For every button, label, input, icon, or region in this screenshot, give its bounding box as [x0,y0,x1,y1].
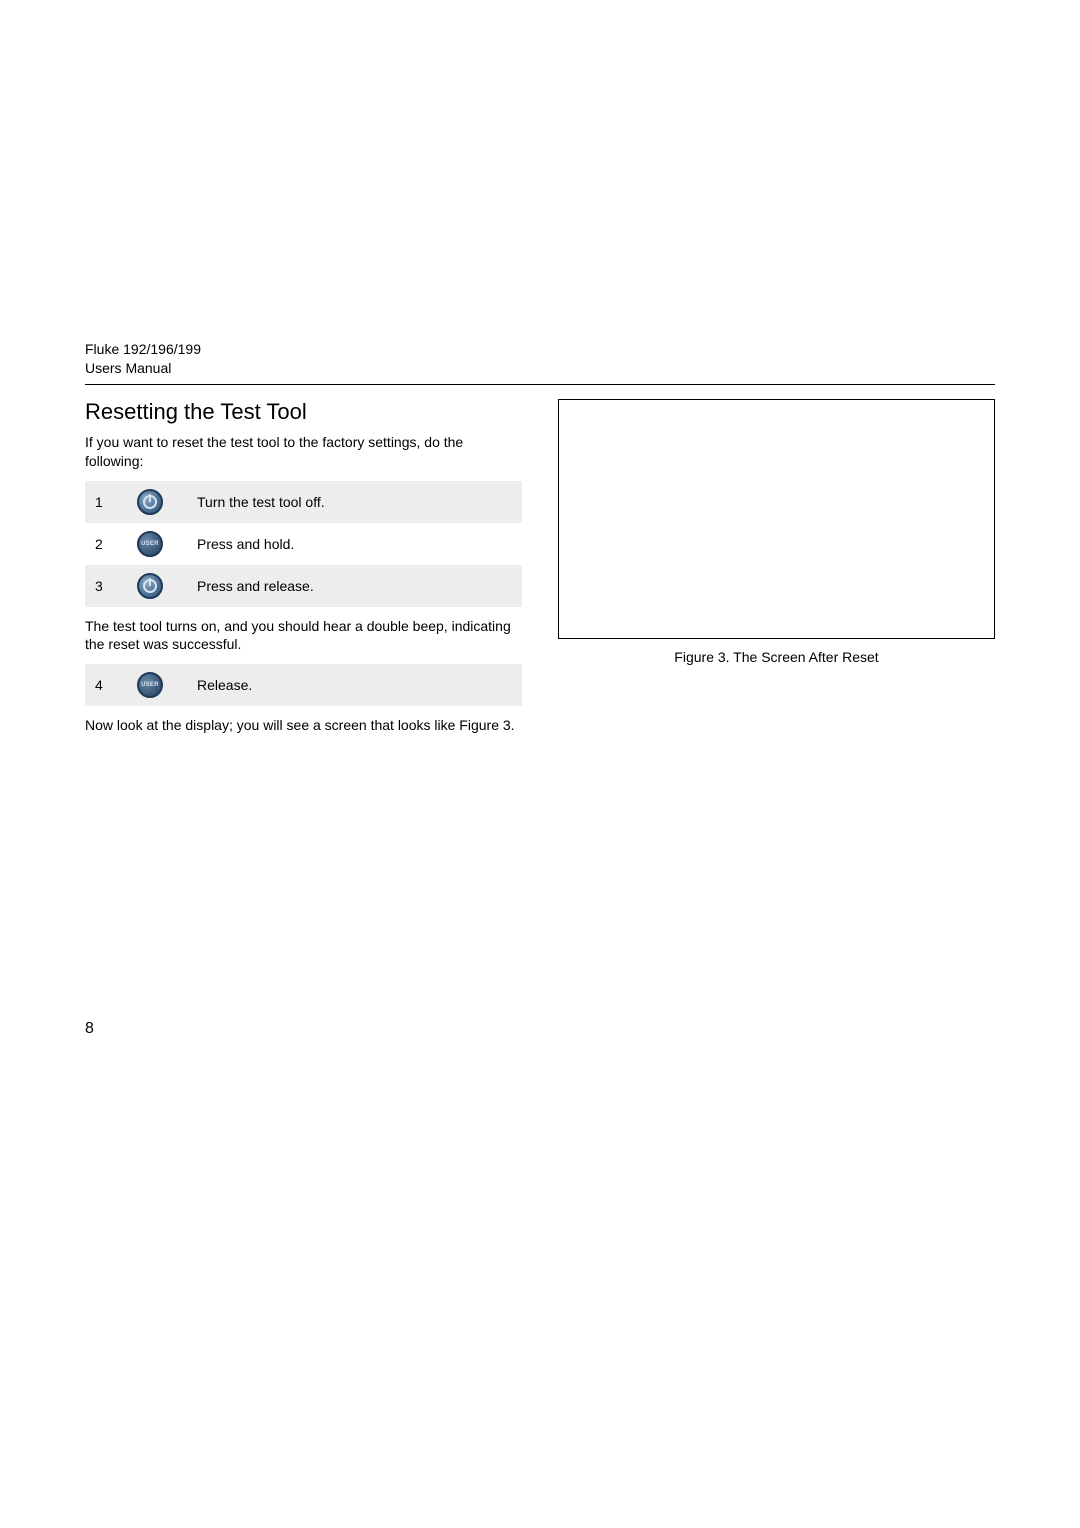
steps-table-a: 1 Turn the test tool off. 2 USER Press a… [85,481,522,607]
section-title: Resetting the Test Tool [85,399,522,425]
steps-table-b: 4 USER Release. [85,664,522,706]
user-icon: USER [137,672,163,698]
step-icon-cell: USER [127,523,187,565]
step-text: Turn the test tool off. [187,481,522,523]
manual-page: Fluke 192/196/199 Users Manual Resetting… [0,0,1080,745]
step-row: 1 Turn the test tool off. [85,481,522,523]
content-columns: Resetting the Test Tool If you want to r… [85,399,995,745]
page-number: 8 [85,1020,94,1038]
left-column: Resetting the Test Tool If you want to r… [85,399,522,745]
mid-text: The test tool turns on, and you should h… [85,617,522,655]
figure-caption: Figure 3. The Screen After Reset [558,649,995,665]
header-rule [85,384,995,385]
step-row: 3 Press and release. [85,565,522,607]
intro-text: If you want to reset the test tool to th… [85,433,522,471]
header-product: Fluke 192/196/199 [85,340,995,359]
step-number: 3 [85,565,127,607]
page-header: Fluke 192/196/199 Users Manual [85,340,995,378]
step-row: 2 USER Press and hold. [85,523,522,565]
figure-placeholder [558,399,995,639]
step-icon-cell: USER [127,664,187,706]
step-icon-cell [127,481,187,523]
power-icon [137,489,163,515]
step-icon-cell [127,565,187,607]
step-text: Press and release. [187,565,522,607]
step-text: Release. [187,664,522,706]
step-number: 1 [85,481,127,523]
step-number: 2 [85,523,127,565]
step-text: Press and hold. [187,523,522,565]
header-doc-title: Users Manual [85,359,995,378]
user-icon: USER [137,531,163,557]
power-icon [137,573,163,599]
outro-text: Now look at the display; you will see a … [85,716,522,735]
step-row: 4 USER Release. [85,664,522,706]
right-column: Figure 3. The Screen After Reset [558,399,995,745]
step-number: 4 [85,664,127,706]
